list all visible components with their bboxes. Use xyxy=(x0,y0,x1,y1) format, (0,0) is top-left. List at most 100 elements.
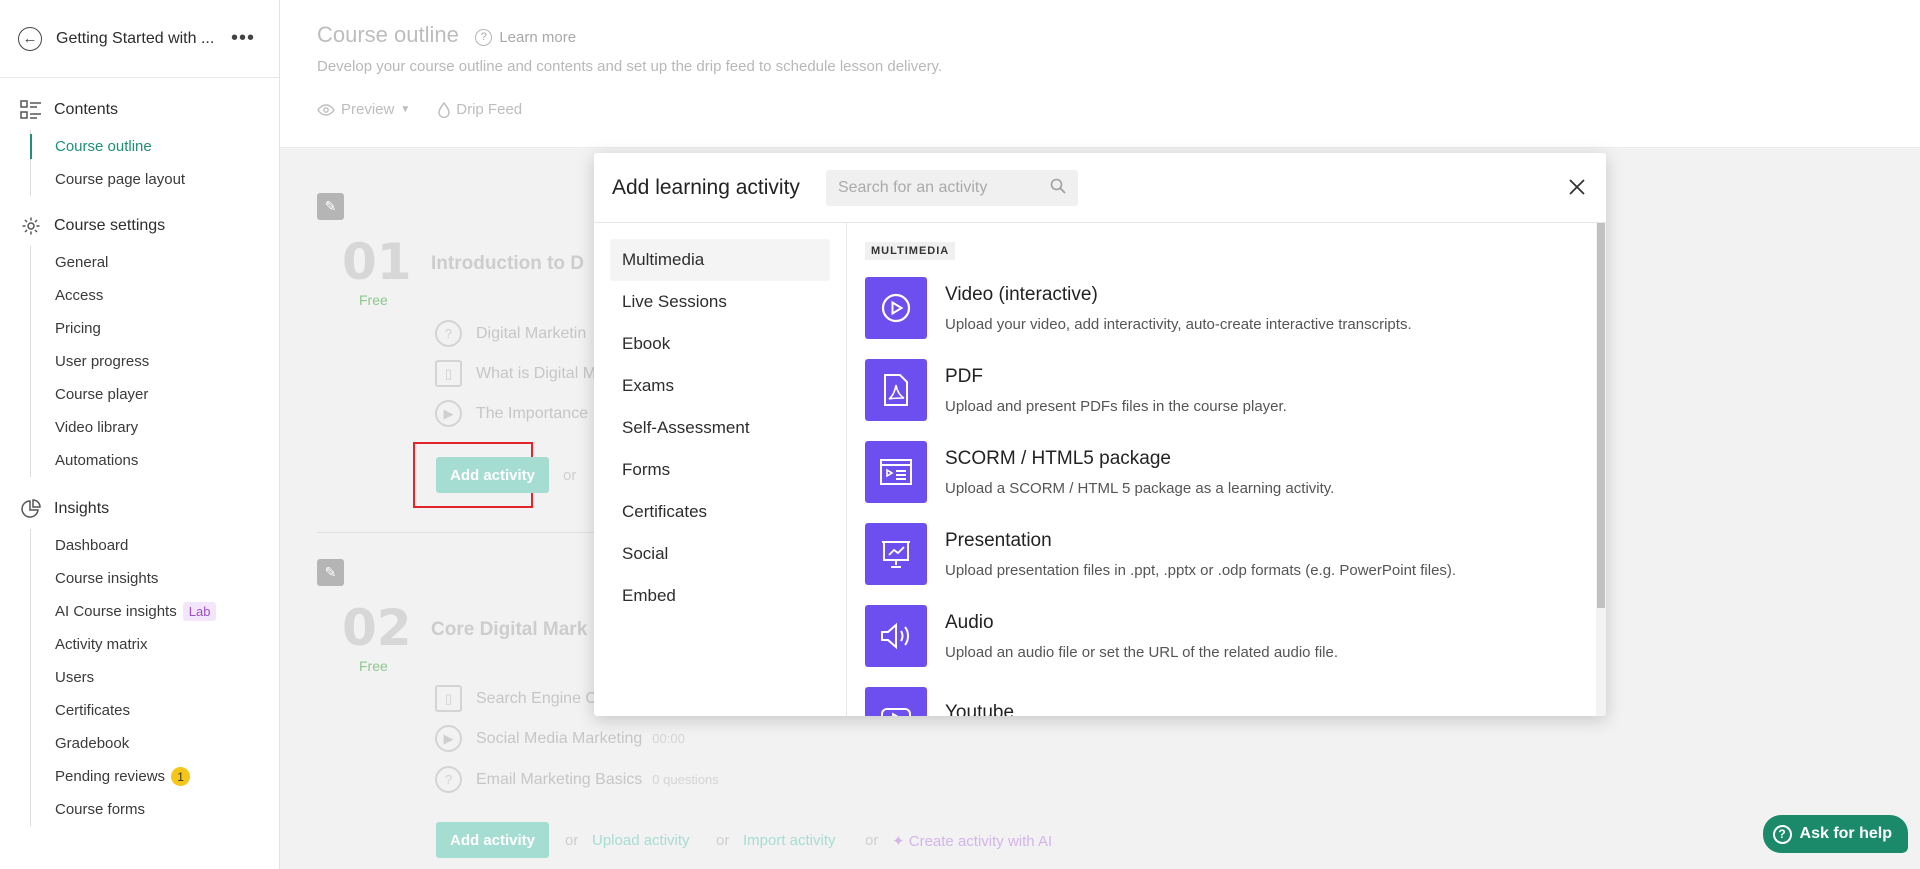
sidebar-item-activity-matrix[interactable]: Activity matrix xyxy=(31,628,279,661)
close-icon[interactable] xyxy=(1568,172,1586,203)
activity-description: Upload an audio file or set the URL of t… xyxy=(945,643,1339,661)
activity-scorm[interactable]: SCORM / HTML5 package Upload a SCORM / H… xyxy=(865,432,1586,512)
create-activity-ai-link[interactable]: ✦ Create activity with AI xyxy=(892,832,1052,850)
category-social[interactable]: Social xyxy=(610,533,830,575)
lesson-item[interactable]: ▶ The Importance xyxy=(435,400,588,427)
category-live-sessions[interactable]: Live Sessions xyxy=(610,281,830,323)
sidebar-item-certificates[interactable]: Certificates xyxy=(31,694,279,727)
activity-video[interactable]: Video (interactive) Upload your video, a… xyxy=(865,268,1586,348)
sidebar-item-course-outline[interactable]: Course outline xyxy=(30,130,279,163)
ask-for-help-button[interactable]: ? Ask for help xyxy=(1762,815,1908,853)
category-forms[interactable]: Forms xyxy=(610,449,830,491)
module-title: Introduction to D xyxy=(431,253,585,274)
sidebar-item-access[interactable]: Access xyxy=(31,279,279,312)
lesson-item[interactable]: ▶ Social Media Marketing 00:00 xyxy=(435,725,685,752)
pending-count-badge: 1 xyxy=(171,767,191,786)
activity-pdf[interactable]: PDF Upload and present PDFs files in the… xyxy=(865,350,1586,430)
sidebar-item-automations[interactable]: Automations xyxy=(31,444,279,477)
activity-search xyxy=(825,169,1078,206)
learn-more-link[interactable]: ? Learn more xyxy=(475,28,576,46)
sidebar-section-insights[interactable]: Insights xyxy=(0,489,279,529)
modal-header: Add learning activity xyxy=(594,153,1606,223)
lesson-item[interactable]: ? Email Marketing Basics 0 questions xyxy=(435,766,719,793)
sidebar-item-video-library[interactable]: Video library xyxy=(31,411,279,444)
preview-button[interactable]: Preview ▼ xyxy=(317,101,410,118)
activity-scrollbar[interactable] xyxy=(1596,223,1606,716)
sidebar-item-gradebook[interactable]: Gradebook xyxy=(31,727,279,760)
or-separator: or xyxy=(716,832,730,849)
sidebar-section-course-settings[interactable]: Course settings xyxy=(0,206,279,246)
sidebar-item-dashboard[interactable]: Dashboard xyxy=(31,529,279,562)
lesson-item[interactable]: ▯ What is Digital M xyxy=(435,360,596,387)
activity-search-input[interactable] xyxy=(837,178,1050,197)
sidebar-item-ai-course-insights[interactable]: AI Course insights Lab xyxy=(31,595,279,628)
help-circle-icon: ? xyxy=(475,28,493,46)
activity-description: Upload a SCORM / HTML 5 package as a lea… xyxy=(945,479,1335,497)
back-arrow-icon[interactable]: ← xyxy=(18,26,42,51)
upload-activity-link[interactable]: Upload activity xyxy=(592,832,690,849)
lesson-title: Search Engine C xyxy=(476,689,597,707)
category-exams[interactable]: Exams xyxy=(610,365,830,407)
youtube-icon xyxy=(865,687,927,716)
pdf-icon xyxy=(865,359,927,421)
lesson-title: The Importance xyxy=(476,404,589,422)
category-multimedia[interactable]: Multimedia xyxy=(610,239,830,281)
activity-title: Presentation xyxy=(945,529,1052,551)
lesson-item[interactable]: ? Digital Marketin xyxy=(435,320,586,347)
lesson-question-count: 0 questions xyxy=(652,772,719,787)
sidebar-item-user-progress[interactable]: User progress xyxy=(31,345,279,378)
sidebar-section-contents[interactable]: Contents xyxy=(0,90,279,130)
sidebar-header: ← Getting Started with ... ••• xyxy=(0,0,279,78)
play-icon: ▶ xyxy=(435,400,462,427)
sidebar-item-label: Pending reviews xyxy=(55,768,166,785)
module-price: Free xyxy=(359,658,388,674)
sidebar-item-pending-reviews[interactable]: Pending reviews 1 xyxy=(31,760,279,793)
category-self-assessment[interactable]: Self-Assessment xyxy=(610,407,830,449)
drip-feed-button[interactable]: Drip Feed xyxy=(438,101,522,118)
presentation-icon xyxy=(865,523,927,585)
modal-title: Add learning activity xyxy=(612,175,800,199)
section-tag: MULTIMEDIA xyxy=(865,242,956,260)
module-title: Core Digital Mark xyxy=(431,619,588,640)
sparkle-icon: ✦ xyxy=(892,833,905,850)
sidebar-item-users[interactable]: Users xyxy=(31,661,279,694)
category-embed[interactable]: Embed xyxy=(610,575,830,617)
scrollbar-thumb[interactable] xyxy=(1597,223,1605,608)
scorm-icon xyxy=(865,441,927,503)
module-price: Free xyxy=(359,292,388,308)
edit-module-icon[interactable]: ✎ xyxy=(317,193,344,220)
eye-icon xyxy=(317,103,335,116)
play-icon: ▶ xyxy=(435,725,462,752)
lesson-duration: 00:00 xyxy=(652,731,685,746)
add-activity-button[interactable]: Add activity xyxy=(436,822,550,858)
list-icon xyxy=(20,99,42,121)
sidebar-item-course-insights[interactable]: Course insights xyxy=(31,562,279,595)
category-list: Multimedia Live Sessions Ebook Exams Sel… xyxy=(594,223,847,716)
gear-icon xyxy=(20,215,42,237)
category-ebook[interactable]: Ebook xyxy=(610,323,830,365)
create-ai-label: Create activity with AI xyxy=(908,833,1053,850)
activity-youtube[interactable]: Youtube xyxy=(865,678,1586,716)
sidebar-item-pricing[interactable]: Pricing xyxy=(31,312,279,345)
add-activity-button[interactable]: Add activity xyxy=(436,457,550,493)
activity-audio[interactable]: Audio Upload an audio file or set the UR… xyxy=(865,596,1586,676)
more-options-icon[interactable]: ••• xyxy=(231,27,255,50)
search-icon[interactable] xyxy=(1050,178,1066,198)
header-actions: Preview ▼ Drip Feed xyxy=(317,101,1883,118)
lesson-title: Social Media Marketing xyxy=(476,729,643,747)
import-activity-link[interactable]: Import activity xyxy=(743,832,836,849)
activity-description: Upload and present PDFs files in the cou… xyxy=(945,397,1287,415)
edit-module-icon[interactable]: ✎ xyxy=(317,559,344,586)
lesson-item[interactable]: ▯ Search Engine C xyxy=(435,685,597,712)
activity-list: MULTIMEDIA Video (interactive) Upload yo… xyxy=(847,223,1606,716)
question-icon: ? xyxy=(435,766,462,793)
sidebar-item-general[interactable]: General xyxy=(31,246,279,279)
drop-icon xyxy=(438,101,450,118)
activity-presentation[interactable]: Presentation Upload presentation files i… xyxy=(865,514,1586,594)
or-separator: or xyxy=(565,832,579,849)
sidebar-item-course-forms[interactable]: Course forms xyxy=(31,793,279,826)
activity-title: Video (interactive) xyxy=(945,283,1098,305)
category-certificates[interactable]: Certificates xyxy=(610,491,830,533)
sidebar-item-course-page-layout[interactable]: Course page layout xyxy=(31,163,279,196)
sidebar-item-course-player[interactable]: Course player xyxy=(31,378,279,411)
